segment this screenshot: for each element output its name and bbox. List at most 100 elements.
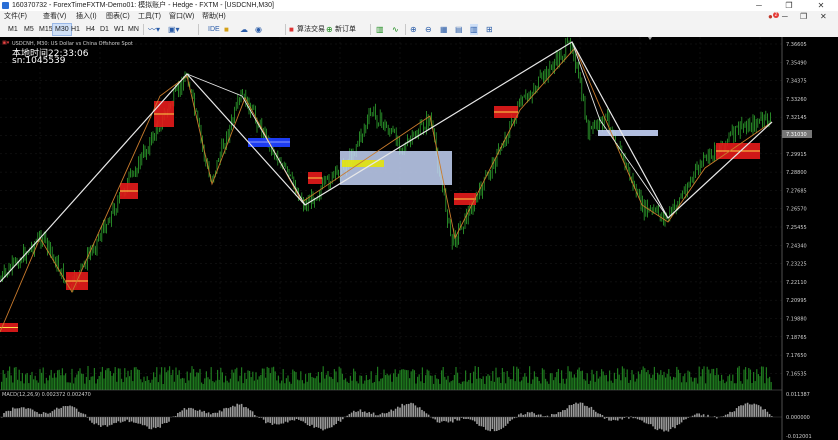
macd-bar <box>293 417 296 421</box>
current-price-label: 7.31030 <box>786 132 807 138</box>
volume-bar <box>458 383 460 390</box>
timeframe-mn[interactable]: MN <box>126 24 141 35</box>
volume-bar <box>172 369 174 390</box>
macd-bar <box>573 404 575 417</box>
new-order-icon[interactable]: ⊕ <box>326 24 333 35</box>
volume-bar <box>730 380 732 390</box>
volume-bar <box>593 374 595 390</box>
volume-bar <box>186 371 188 390</box>
macd-bar <box>707 414 709 417</box>
volume-bar <box>639 374 641 390</box>
ide-button[interactable]: IDE <box>208 24 220 35</box>
macd-bar <box>768 414 771 417</box>
macd-bar <box>685 417 687 420</box>
menu-help[interactable]: 帮助(H) <box>202 11 226 22</box>
cloud-icon[interactable]: ☁ <box>240 24 248 35</box>
macd-bar <box>498 417 500 431</box>
timeframe-h4[interactable]: H4 <box>84 24 97 35</box>
volume-bar <box>273 366 275 390</box>
timeframe-m1[interactable]: M1 <box>6 24 20 35</box>
volume-bar <box>610 380 612 390</box>
macd-bar <box>403 405 406 417</box>
menu-tools[interactable]: 工具(T) <box>138 11 161 22</box>
volume-bar <box>287 375 289 390</box>
volume-bar <box>684 373 686 390</box>
volume-bar <box>13 367 15 390</box>
volume-bar <box>164 367 166 390</box>
algo-trading-icon[interactable]: ■ <box>289 24 294 35</box>
macd-bar <box>212 412 214 417</box>
volume-bar <box>4 373 6 390</box>
macd-bar <box>126 417 128 420</box>
macd-bar <box>58 408 60 417</box>
volume-bar <box>25 374 27 390</box>
volume-bar <box>546 381 548 390</box>
timeframe-h1[interactable]: H1 <box>69 24 82 35</box>
volume-bar <box>428 370 430 390</box>
volume-bar <box>81 373 83 390</box>
macd-bar <box>766 411 769 417</box>
macd-bar <box>667 417 670 432</box>
volume-bar <box>311 376 313 390</box>
menu-chart[interactable]: 图表(C) <box>106 11 130 22</box>
menu-view[interactable]: 查看(V) <box>43 11 66 22</box>
bar-chart-icon[interactable]: ▥ <box>376 24 384 35</box>
autoscroll-icon[interactable]: ▤ <box>455 24 463 35</box>
volume-bar <box>63 375 65 390</box>
period-sep-icon[interactable]: ⊞ <box>486 24 493 35</box>
minimize-icon[interactable]: ─ <box>748 0 770 11</box>
volume-bar <box>551 373 553 390</box>
maximize-icon[interactable]: ❐ <box>778 0 800 11</box>
macd-bar <box>469 417 472 420</box>
menu-insert[interactable]: 插入(I) <box>76 11 97 22</box>
volume-bar <box>124 368 126 390</box>
line-chart-icon[interactable]: ∿ <box>392 24 399 35</box>
macd-bar <box>482 417 485 427</box>
volume-bar <box>541 368 543 390</box>
macd-bar <box>694 414 696 417</box>
macd-bar <box>218 410 221 417</box>
community-icon[interactable]: ● <box>768 11 773 22</box>
volume-bar <box>314 378 316 390</box>
vps-icon[interactable]: ◉ <box>255 24 262 35</box>
lock-icon[interactable]: ■ <box>224 24 229 35</box>
macd-bar <box>509 417 511 422</box>
timeframe-d1[interactable]: D1 <box>98 24 111 35</box>
macd-bar <box>331 417 333 428</box>
chart-close-icon[interactable]: ✕ <box>820 11 827 22</box>
menu-window[interactable]: 窗口(W) <box>169 11 194 22</box>
macd-bar <box>412 403 414 417</box>
price-chart[interactable]: 7.36605 7.35490 7.34375 7.33260 7.32145 7.310… <box>0 37 838 440</box>
volume-bar <box>650 377 652 390</box>
grid-icon[interactable]: ▦ <box>440 24 448 35</box>
menu-file[interactable]: 文件(F) <box>4 11 27 22</box>
zoom-in-icon[interactable]: ⊕ <box>410 24 417 35</box>
volume-bar <box>236 367 238 390</box>
volume-bar <box>521 380 523 390</box>
macd-bar <box>733 411 736 417</box>
chart-restore-icon[interactable]: ❐ <box>800 11 807 22</box>
one-click-trading-icon[interactable]: ▣▾ <box>2 40 9 46</box>
macd-bar <box>575 402 577 417</box>
volume-bar <box>345 378 347 390</box>
volume-bar <box>239 375 241 390</box>
chart-type-icon[interactable]: 〰▾ <box>148 24 160 35</box>
volume-bar <box>146 376 148 390</box>
chart-shift-icon[interactable]: ▥ <box>470 24 478 35</box>
chart-minimize-icon[interactable]: ─ <box>782 11 788 22</box>
algo-trading-button[interactable]: 算法交易 <box>297 24 325 35</box>
volume-bar <box>129 376 131 390</box>
timeframe-m5[interactable]: M5 <box>22 24 36 35</box>
timeframe-w1[interactable]: W1 <box>112 24 127 35</box>
volume-bar <box>543 369 545 390</box>
volume-bar <box>397 373 399 390</box>
volume-bar <box>663 371 665 390</box>
volume-bar <box>221 372 223 390</box>
new-order-button[interactable]: 新订单 <box>335 24 356 35</box>
macd-bar <box>49 412 51 417</box>
volume-bar <box>66 382 68 390</box>
zoom-out-icon[interactable]: ⊖ <box>425 24 432 35</box>
close-icon[interactable]: ✕ <box>810 0 832 11</box>
price-tick-label: 7.24340 <box>786 243 807 249</box>
template-icon[interactable]: ▣▾ <box>168 24 180 35</box>
